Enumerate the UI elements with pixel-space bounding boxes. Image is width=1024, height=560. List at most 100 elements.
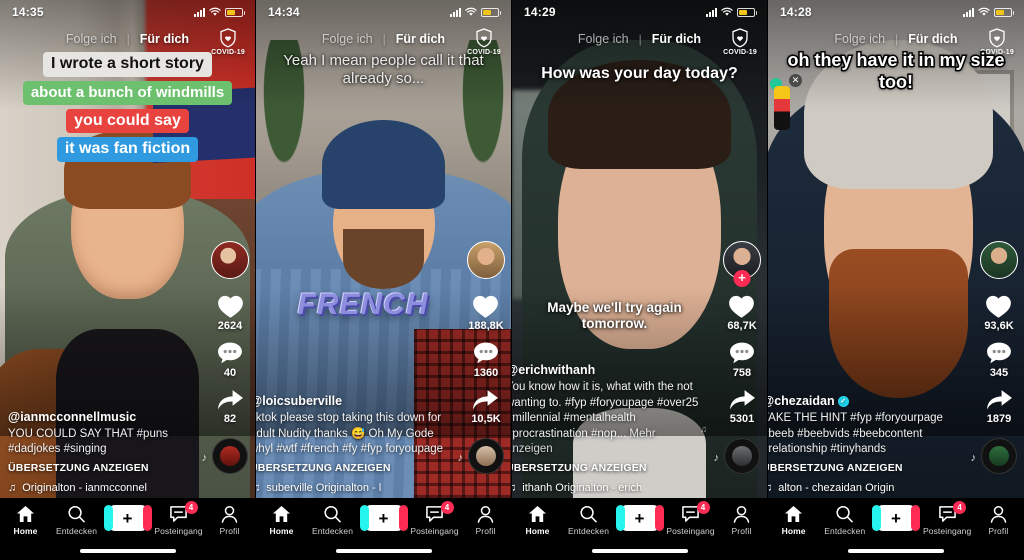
sidebar-item-profile-2[interactable]: Profil <box>461 505 511 536</box>
person-icon <box>733 505 750 523</box>
tiktok-screen-1: 14:35 Folge ich | Für dich COVID-19 I wr… <box>0 0 256 560</box>
like-button-1[interactable]: 2624 <box>217 294 244 332</box>
sidebar-item-home-1[interactable]: Home <box>1 505 51 536</box>
avatar[interactable] <box>980 241 1018 279</box>
tab-foryou-3[interactable]: Für dich <box>652 32 701 46</box>
nav-label-home-4: Home <box>781 526 806 536</box>
comment-button-4[interactable]: 345 <box>986 341 1012 379</box>
username-1[interactable]: @ianmcconnellmusic <box>8 410 204 424</box>
music-cover-art <box>220 446 240 466</box>
subject-beard-4 <box>829 249 968 399</box>
share-button-4[interactable]: 1879 <box>986 388 1013 425</box>
tab-following-1[interactable]: Folge ich <box>66 32 117 46</box>
like-button-2[interactable]: 188,8K <box>468 294 504 332</box>
avatar-wrap-4[interactable] <box>980 241 1018 279</box>
avatar-wrap-3[interactable]: + <box>723 241 761 287</box>
tiktok-screen-2: 14:34 Folge ich | Für dich COVID-19 Yeah… <box>256 0 512 560</box>
subject-beard-2 <box>342 229 425 289</box>
sidebar-item-inbox-2[interactable]: 4 Posteingang <box>410 501 460 536</box>
avatar-wrap-1[interactable] <box>211 241 249 279</box>
plus-icon[interactable]: + <box>615 505 664 531</box>
sidebar-item-home-4[interactable]: Home <box>769 505 819 536</box>
video-sticker-4[interactable]: ✕ <box>770 74 802 132</box>
caption-overlay-1: I wrote a short story about a bunch of w… <box>0 52 255 163</box>
share-button-3[interactable]: 5301 <box>729 388 756 425</box>
shield-heart-icon <box>220 28 236 48</box>
comment-button-2[interactable]: 1360 <box>473 341 499 379</box>
heart-icon <box>729 295 755 318</box>
avatar[interactable] <box>211 241 249 279</box>
home-indicator-2 <box>335 549 432 553</box>
username-3[interactable]: @erichwithanh <box>512 363 702 377</box>
sidebar-item-discover-4[interactable]: Entdecken <box>820 505 870 536</box>
avatar-wrap-2[interactable] <box>467 241 505 279</box>
share-button-2[interactable]: 10,5K <box>471 388 501 425</box>
create-post-button-2[interactable]: + <box>359 505 409 531</box>
video-meta-2: @loicsuberville tiktok please stop takin… <box>256 394 446 474</box>
sidebar-item-discover-1[interactable]: Entdecken <box>52 505 102 536</box>
close-icon[interactable]: ✕ <box>789 74 802 87</box>
music-disc-3[interactable] <box>724 438 760 474</box>
sidebar-item-discover-3[interactable]: Entdecken <box>564 505 614 536</box>
sidebar-item-profile-1[interactable]: Profil <box>205 505 255 536</box>
like-button-3[interactable]: 68,7K <box>727 294 757 332</box>
sidebar-item-home-2[interactable]: Home <box>257 505 307 536</box>
translate-link-2[interactable]: ÜBERSETZUNG ANZEIGEN <box>256 462 446 474</box>
music-disc-2[interactable] <box>468 438 504 474</box>
video-overlay-text-4: oh they have it in my size too! <box>786 49 1006 94</box>
tab-following-2[interactable]: Folge ich <box>322 32 373 46</box>
action-rail-2: 188,8K 1360 10,5K <box>467 241 505 474</box>
tab-foryou-1[interactable]: Für dich <box>140 32 189 46</box>
covid-banner-3[interactable]: COVID-19 <box>723 28 757 56</box>
translate-link-1[interactable]: ÜBERSETZUNG ANZEIGEN <box>8 462 204 474</box>
cellular-signal-icon <box>963 7 974 17</box>
avatar[interactable] <box>467 241 505 279</box>
follow-button-3[interactable]: + <box>733 270 751 287</box>
sidebar-item-profile-3[interactable]: Profil <box>717 505 767 536</box>
inbox-badge-4: 4 <box>953 501 967 514</box>
sidebar-item-profile-4[interactable]: Profil <box>973 505 1023 536</box>
translate-link-3[interactable]: ÜBERSETZUNG ANZEIGEN <box>512 462 702 474</box>
plus-icon[interactable]: + <box>103 505 152 531</box>
like-button-4[interactable]: 93,6K <box>984 294 1014 332</box>
music-disc-4[interactable] <box>981 438 1017 474</box>
video-description-4: TAKE THE HINT #fyp #foryourpage #beeb #b… <box>768 412 943 456</box>
music-title-3: ithanh Originalton - erich <box>522 482 643 494</box>
music-disc-1[interactable] <box>212 438 248 474</box>
caption-line: you could say <box>66 108 189 134</box>
comment-button-1[interactable]: 40 <box>217 341 243 379</box>
wifi-icon <box>978 7 990 16</box>
music-row-3[interactable]: ♫ ithanh Originalton - erich <box>512 482 723 494</box>
tab-following-4[interactable]: Folge ich <box>834 32 885 46</box>
tab-foryou-4[interactable]: Für dich <box>908 32 957 46</box>
plus-icon[interactable]: + <box>359 505 408 531</box>
video-description-1: YOU COULD SAY THAT #puns #dadjokes #sing… <box>8 427 168 456</box>
plus-icon[interactable]: + <box>871 505 920 531</box>
sidebar-item-discover-2[interactable]: Entdecken <box>308 505 358 536</box>
sidebar-item-inbox-4[interactable]: 4 Posteingang <box>922 501 972 536</box>
username-2[interactable]: @loicsuberville <box>256 394 446 408</box>
music-row-4[interactable]: ♫ alton - chezaidan Origin <box>768 482 979 494</box>
music-row-1[interactable]: ♫ Originalton - ianmcconnel <box>8 482 223 494</box>
sidebar-item-home-3[interactable]: Home <box>513 505 563 536</box>
create-post-button-4[interactable]: + <box>871 505 921 531</box>
music-note-icon-4: ♫ <box>768 482 773 494</box>
music-cover-art <box>732 446 752 466</box>
comment-icon <box>474 342 498 364</box>
verified-badge-icon: ✓ <box>837 395 849 407</box>
music-row-2[interactable]: ♫ suberville Originalton - l <box>256 482 467 494</box>
home-icon <box>528 505 547 523</box>
translate-link-4[interactable]: ÜBERSETZUNG ANZEIGEN <box>768 462 958 474</box>
create-post-button-1[interactable]: + <box>103 505 153 531</box>
username-4[interactable]: @chezaidan ✓ <box>768 394 958 408</box>
share-button-1[interactable]: 82 <box>217 388 244 425</box>
music-note-float-icon-4: ♪ <box>970 452 977 464</box>
tab-following-3[interactable]: Folge ich <box>578 32 629 46</box>
comment-button-3[interactable]: 758 <box>729 341 755 379</box>
tab-foryou-2[interactable]: Für dich <box>396 32 445 46</box>
create-post-button-3[interactable]: + <box>615 505 665 531</box>
nav-label-home-2: Home <box>269 526 294 536</box>
sidebar-item-inbox-1[interactable]: 4 Posteingang <box>154 501 204 536</box>
video-meta-3: @erichwithanh You know how it is, what w… <box>512 363 702 474</box>
sidebar-item-inbox-3[interactable]: 4 Posteingang <box>666 501 716 536</box>
